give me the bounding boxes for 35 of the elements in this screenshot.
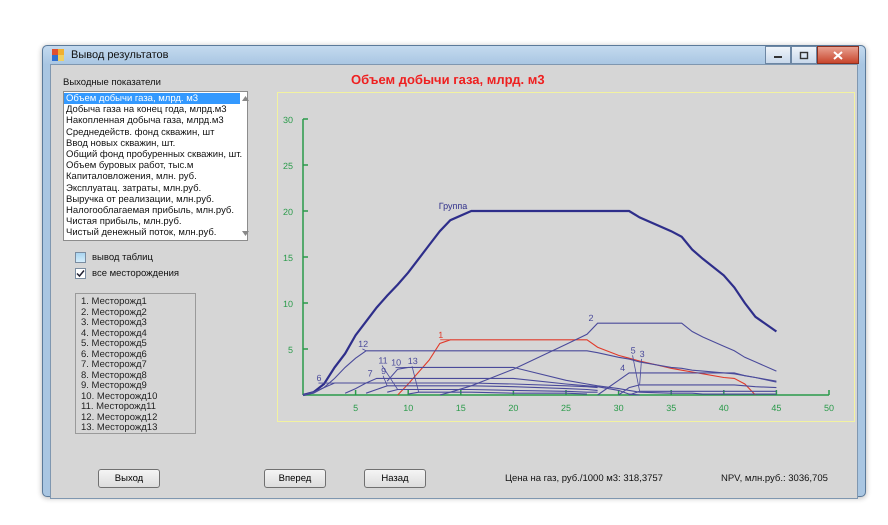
y-tick-label: 10 [282, 299, 293, 309]
series-label: 7 [368, 368, 373, 378]
npv-text: NPV, млн.руб.: 3036,705 [720, 472, 828, 484]
series-label: 12 [358, 338, 368, 349]
checkbox-label: вывод таблиц [92, 252, 153, 263]
x-tick-label: 40 [718, 403, 729, 413]
x-tick-label: 5 [353, 403, 358, 413]
x-tick-label: 30 [614, 403, 624, 413]
series-label: 13 [408, 356, 418, 366]
y-tick-label: 5 [288, 345, 293, 355]
x-tick-label: 50 [824, 403, 834, 413]
series-label: 6 [316, 373, 322, 384]
series-label: 11 [378, 355, 388, 366]
series-label: 3 [640, 348, 645, 359]
y-tick-label: 30 [282, 115, 293, 125]
x-tick-label: 45 [771, 403, 782, 413]
x-tick-label: 35 [666, 403, 676, 413]
series-label: 10 [391, 357, 402, 368]
gas-price-text: Цена на газ, руб./1000 м3: 318,3757 [505, 472, 663, 484]
window-title: Вывод результатов [71, 49, 170, 61]
y-tick-label: 15 [282, 253, 293, 263]
x-tick-label: 20 [508, 403, 518, 413]
series-label: 1 [438, 330, 444, 340]
list-label: Выходные показатели [63, 77, 162, 88]
series-label: 2 [588, 313, 594, 324]
x-tick-label: 10 [403, 403, 414, 413]
series-label: 4 [620, 362, 626, 373]
y-tick-label: 25 [282, 161, 293, 171]
y-tick-label: 20 [282, 207, 293, 217]
x-tick-label: 15 [456, 403, 466, 413]
series-label: Группа [438, 201, 468, 211]
x-tick-label: 25 [561, 403, 571, 413]
series-label: 5 [630, 345, 636, 356]
chart-title: Объем добычи газа, млрд. м3 [351, 72, 546, 89]
checkbox-label: все месторождения [92, 268, 180, 279]
